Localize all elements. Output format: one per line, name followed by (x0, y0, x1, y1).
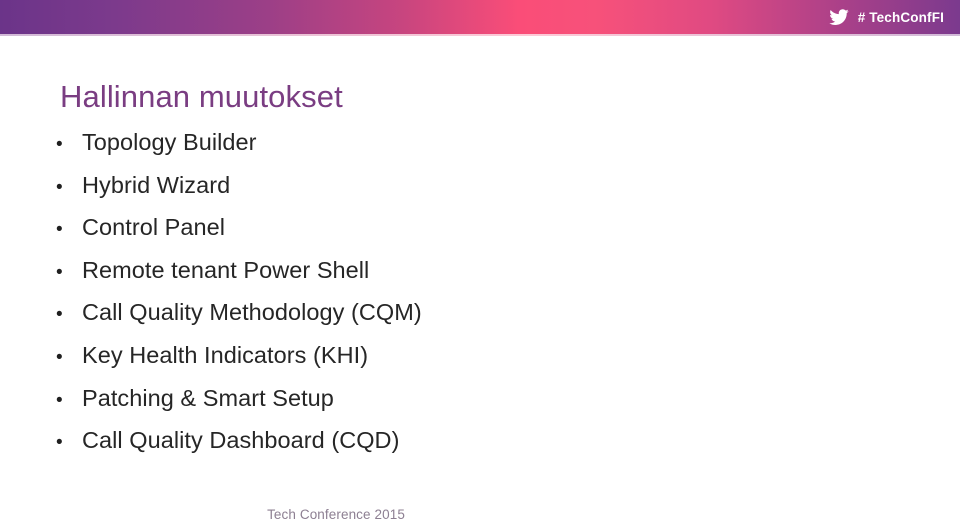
bullet-marker-icon: • (56, 432, 63, 454)
bullet-marker-icon: • (56, 346, 63, 368)
page-title: Hallinnan muutokset (60, 78, 343, 114)
list-item-label: Key Health Indicators (KHI) (82, 341, 369, 368)
list-item: • Key Health Indicators (KHI) (52, 341, 752, 387)
list-item: • Topology Builder (52, 129, 752, 174)
list-item-label: Call Quality Methodology (CQM) (82, 299, 422, 326)
slide-footer: Tech Conference 2015 (267, 507, 405, 522)
twitter-bird-icon (829, 8, 849, 26)
bullet-marker-icon: • (56, 176, 63, 198)
slide: # TechConfFI Hallinnan muutokset • Topol… (0, 0, 960, 523)
header-band (0, 0, 960, 34)
list-item-label: Hybrid Wizard (82, 171, 231, 198)
list-item: • Hybrid Wizard (52, 171, 752, 217)
list-item: • Control Panel (52, 216, 752, 259)
bullet-marker-icon: • (56, 134, 63, 155)
conference-hashtag: # TechConfFI (857, 9, 944, 25)
bullet-marker-icon: • (56, 261, 63, 283)
list-item: • Call Quality Dashboard (CQD) (52, 429, 752, 472)
list-item-label: Topology Builder (82, 129, 257, 155)
header-branding: # TechConfFI (829, 0, 944, 34)
bullet-marker-icon: • (56, 304, 63, 326)
header-underline-divider (0, 34, 960, 36)
list-item: • Remote tenant Power Shell (52, 256, 752, 302)
list-item-label: Control Panel (82, 214, 226, 241)
list-item-label: Patching & Smart Setup (82, 384, 334, 411)
list-item: • Call Quality Methodology (CQM) (52, 301, 752, 344)
bullet-list: • Topology Builder • Hybrid Wizard • Con… (52, 129, 752, 472)
list-item: • Patching & Smart Setup (52, 384, 752, 430)
list-item-label: Remote tenant Power Shell (82, 256, 370, 283)
list-item-label: Call Quality Dashboard (CQD) (82, 427, 400, 454)
bullet-marker-icon: • (56, 219, 63, 241)
bullet-marker-icon: • (56, 389, 63, 411)
